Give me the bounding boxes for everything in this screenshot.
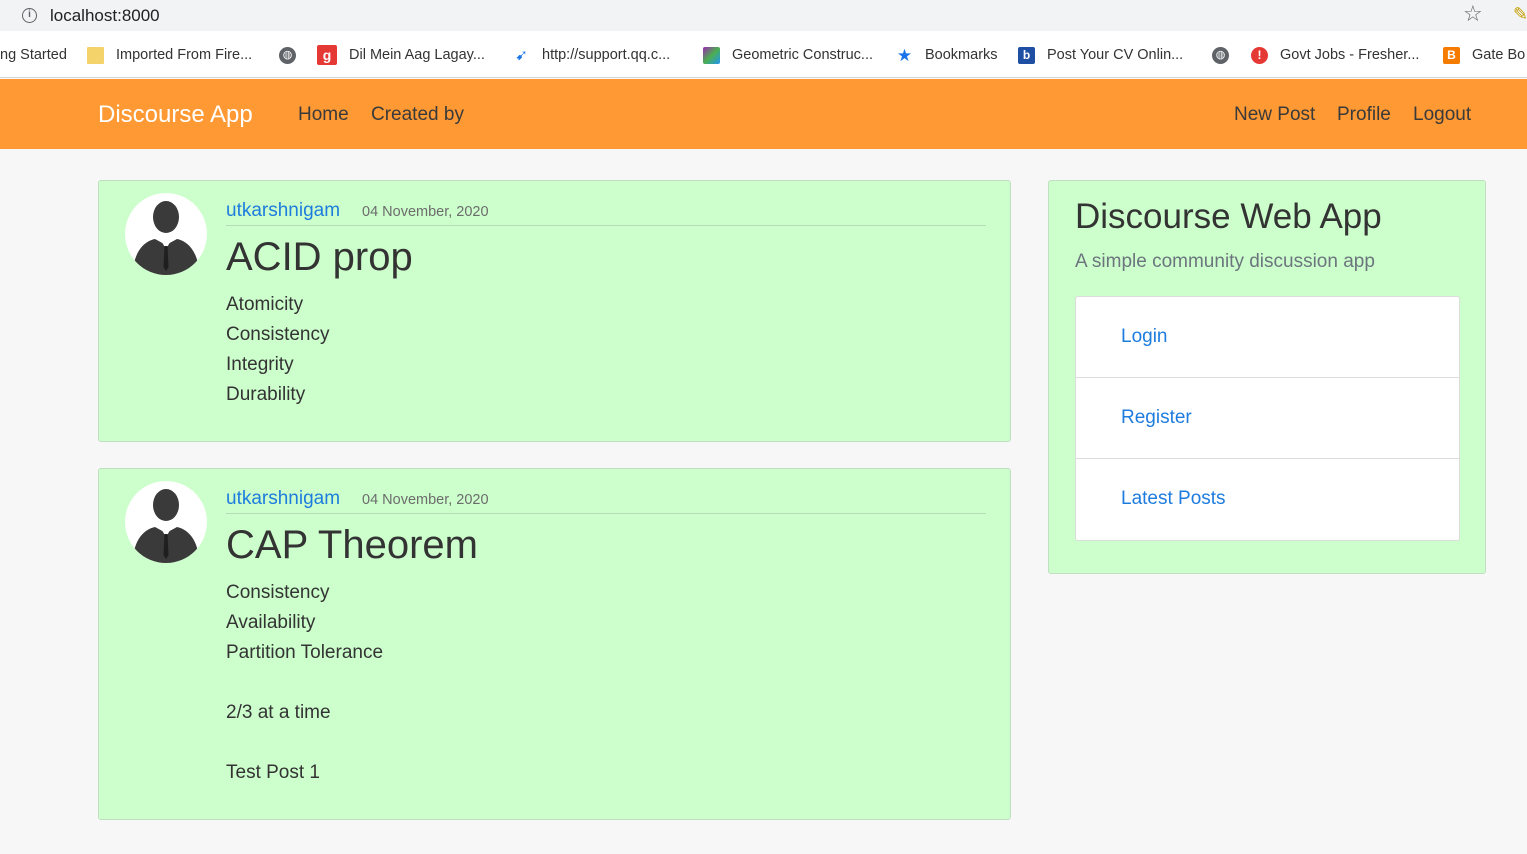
- post-content-line: Integrity: [226, 354, 294, 375]
- bookmark-label: Post Your CV Onlin...: [1047, 47, 1184, 63]
- bookmark-support-qq[interactable]: ➹ http://support.qq.c...: [513, 44, 670, 66]
- post-date: 04 November, 2020: [362, 204, 489, 220]
- star-icon: ★: [896, 45, 913, 65]
- post-content-line: Consistency: [226, 324, 330, 345]
- bookmark-bookmarks[interactable]: ★ Bookmarks: [896, 44, 998, 66]
- avatar: [125, 193, 207, 275]
- bookmark-label: Geometric Construc...: [732, 47, 874, 63]
- post-content-line: Consistency: [226, 582, 330, 603]
- navbar-brand[interactable]: Discourse App: [98, 101, 253, 129]
- globe-icon: ◍: [279, 46, 296, 64]
- sidebar-subtitle: A simple community discussion app: [1075, 251, 1375, 272]
- avatar: [125, 481, 207, 563]
- sidebar-item-latest-posts[interactable]: Latest Posts: [1076, 459, 1459, 540]
- user-silhouette-icon: [133, 201, 199, 275]
- bookmark-imported[interactable]: Imported From Fire...: [87, 44, 252, 66]
- post-content-line: 2/3 at a time: [226, 702, 331, 723]
- login-link[interactable]: Login: [1121, 326, 1168, 348]
- globe-icon: ◍: [1212, 46, 1229, 64]
- bookmark-geometric[interactable]: Geometric Construc...: [703, 44, 873, 66]
- bookmark-getting-started[interactable]: ng Started: [0, 44, 67, 66]
- post-meta-divider: [226, 225, 986, 226]
- bookmark-label: Imported From Fire...: [116, 47, 253, 63]
- post-title[interactable]: CAP Theorem: [226, 523, 478, 568]
- post-content-line: Partition Tolerance: [226, 642, 384, 663]
- cv-icon: b: [1018, 46, 1035, 64]
- bookmark-label: Dil Mein Aag Lagay...: [349, 47, 485, 63]
- bookmark-label: Gate Bo: [1472, 47, 1526, 63]
- blogger-icon: B: [1443, 46, 1460, 64]
- nav-new-post-link[interactable]: New Post: [1234, 104, 1315, 126]
- info-red-icon: !: [1251, 46, 1268, 64]
- sidebar-link-list: Login Register Latest Posts: [1075, 296, 1460, 541]
- latest-posts-link[interactable]: Latest Posts: [1121, 488, 1226, 510]
- sidebar-title: Discourse Web App: [1075, 197, 1382, 236]
- bookmark-star-icon[interactable]: ☆: [1463, 3, 1483, 25]
- bookmark-label: http://support.qq.c...: [542, 47, 671, 63]
- bookmark-label: Bookmarks: [925, 47, 998, 63]
- sidebar-item-login[interactable]: Login: [1076, 297, 1459, 378]
- bookmark-gate[interactable]: B Gate Bo: [1443, 44, 1525, 66]
- post-date: 04 November, 2020: [362, 492, 489, 508]
- post-meta-divider: [226, 513, 986, 514]
- site-info-icon[interactable]: i: [22, 8, 37, 23]
- post-card: utkarshnigam 04 November, 2020 ACID prop…: [98, 180, 1011, 442]
- nav-logout-link[interactable]: Logout: [1413, 104, 1471, 126]
- nav-profile-link[interactable]: Profile: [1337, 104, 1391, 126]
- sidebar: Discourse Web App A simple community dis…: [1048, 180, 1486, 574]
- extension-pencil-icon[interactable]: ✎: [1513, 4, 1527, 24]
- url-bar[interactable]: i localhost:8000 ☆: [0, 0, 1497, 31]
- bookmark-dil-mein[interactable]: g Dil Mein Aag Lagay...: [317, 44, 485, 66]
- folder-icon: [87, 46, 104, 64]
- post-content-line: Availability: [226, 612, 316, 633]
- sidebar-item-register[interactable]: Register: [1076, 378, 1459, 459]
- register-link[interactable]: Register: [1121, 407, 1192, 429]
- gaana-icon: g: [317, 45, 337, 65]
- post-content-line: Test Post 1: [226, 762, 320, 783]
- post-content-line: Atomicity: [226, 294, 304, 315]
- nav-home-link[interactable]: Home: [298, 104, 349, 126]
- browser-address-bar: i localhost:8000 ☆ ✎: [0, 0, 1527, 31]
- nav-created-by-link[interactable]: Created by: [371, 104, 464, 126]
- bookmark-govt-jobs[interactable]: ! Govt Jobs - Fresher...: [1251, 44, 1419, 66]
- post-card: utkarshnigam 04 November, 2020 CAP Theor…: [98, 468, 1011, 820]
- bookmark-post-cv[interactable]: b Post Your CV Onlin...: [1018, 44, 1183, 66]
- user-silhouette-icon: [133, 489, 199, 563]
- geometry-icon: [703, 46, 720, 64]
- url-text[interactable]: localhost:8000: [50, 6, 160, 26]
- navbar: Discourse App Home Created by New Post P…: [0, 79, 1527, 149]
- bookmark-label: Govt Jobs - Fresher...: [1280, 47, 1420, 63]
- bookmark-globe-2[interactable]: ◍: [1212, 44, 1241, 66]
- post-content-line: Durability: [226, 384, 306, 405]
- post-title[interactable]: ACID prop: [226, 235, 413, 280]
- bookmark-label: ng Started: [0, 47, 67, 63]
- post-author-link[interactable]: utkarshnigam: [226, 200, 340, 222]
- post-author-link[interactable]: utkarshnigam: [226, 488, 340, 510]
- bookmark-globe-1[interactable]: ◍: [279, 44, 308, 66]
- qq-icon: ➹: [515, 46, 528, 64]
- bookmarks-bar: ng Started Imported From Fire... ◍ g Dil…: [0, 31, 1527, 78]
